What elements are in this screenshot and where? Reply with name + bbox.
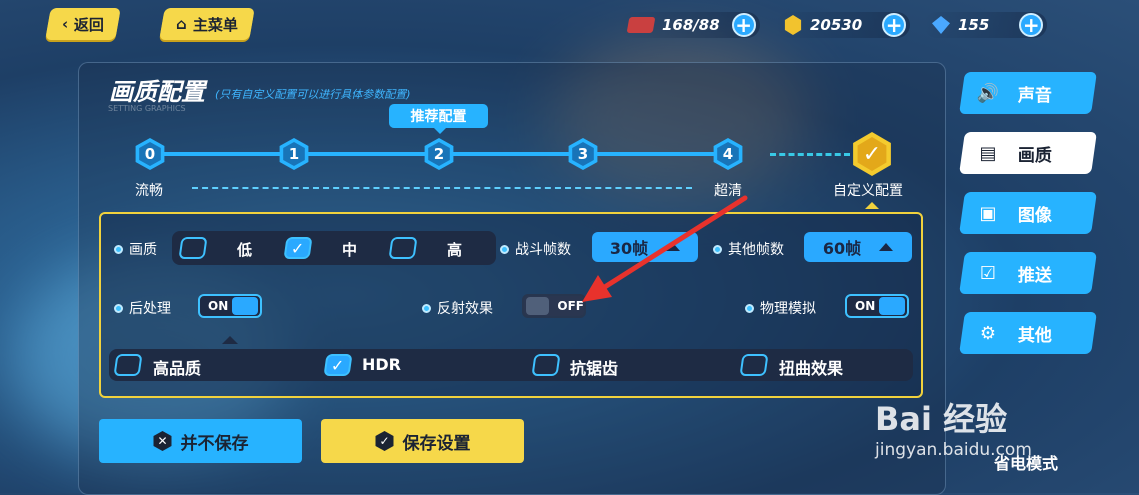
watermark-url: jingyan.baidu.com [875, 440, 1032, 460]
watermark-logo: Bai 经验 [875, 400, 1008, 438]
